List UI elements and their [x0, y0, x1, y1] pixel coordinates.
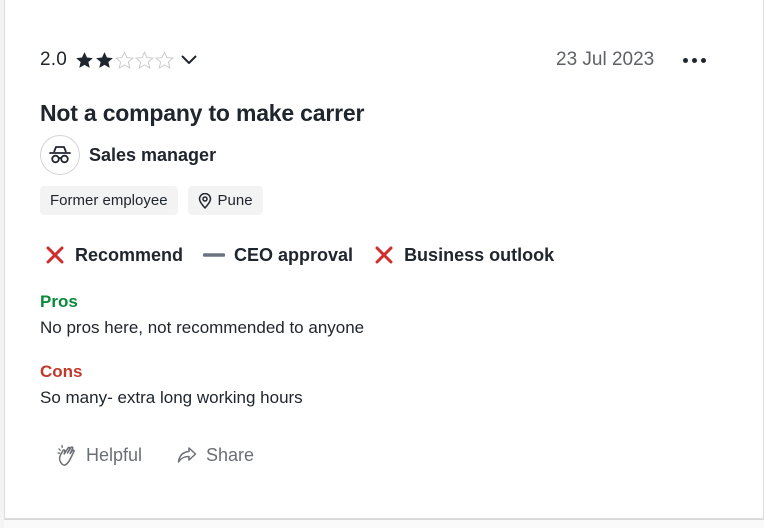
- location-tag: Pune: [187, 186, 263, 215]
- review-title: Not a company to make carrer: [40, 100, 365, 126]
- rating-row: 2.0: [40, 48, 199, 72]
- pros-text: No pros here, not recommended to anyone: [40, 318, 365, 337]
- cons-heading: Cons: [40, 362, 83, 381]
- more-options-button[interactable]: [676, 48, 712, 72]
- review-verdicts: Recommend CEO approval Business outlook: [44, 244, 574, 266]
- x-icon: [44, 244, 66, 266]
- employment-status-tag: Former employee: [40, 186, 178, 215]
- more-dot: [691, 57, 697, 63]
- review-actions: Helpful Share: [56, 444, 288, 466]
- star-filled-icon: [95, 51, 114, 70]
- helpful-button[interactable]: Helpful: [56, 444, 142, 466]
- star-empty-icon: [115, 50, 135, 70]
- verdict-label: Business outlook: [404, 244, 555, 265]
- job-title: Sales manager: [89, 144, 217, 165]
- verdict-business-outlook: Business outlook: [373, 244, 554, 266]
- employment-status-label: Former employee: [50, 192, 168, 209]
- dash-icon: [203, 244, 226, 266]
- verdict-label: CEO approval: [234, 244, 354, 265]
- star-empty-icon: [155, 50, 175, 70]
- more-dot: [682, 57, 688, 63]
- review-tags: Former employee Pune: [40, 186, 263, 215]
- clapping-hands-icon: [56, 444, 78, 466]
- verdict-recommend: Recommend: [44, 244, 183, 266]
- helpful-label: Helpful: [86, 444, 143, 465]
- pros-heading: Pros: [40, 292, 78, 311]
- chevron-down-icon[interactable]: [179, 50, 199, 70]
- review-date: 23 Jul 2023: [556, 49, 655, 70]
- location-label: Pune: [217, 192, 253, 209]
- rating-value: 2.0: [40, 49, 68, 70]
- share-button[interactable]: Share: [176, 444, 254, 466]
- star-empty-icon: [135, 50, 155, 70]
- cons-text: So many- extra long working hours: [40, 388, 303, 407]
- star-filled-icon: [75, 51, 94, 70]
- anonymous-user-icon: [40, 135, 80, 175]
- share-arrow-icon: [176, 444, 198, 466]
- verdict-label: Recommend: [75, 244, 184, 265]
- location-pin-icon: [198, 192, 212, 209]
- next-card-edge: [4, 519, 764, 528]
- reviewer-job: Sales manager: [40, 135, 216, 175]
- more-dot: [700, 57, 706, 63]
- star-rating: [75, 50, 175, 70]
- verdict-ceo-approval: CEO approval: [203, 244, 353, 266]
- x-icon: [373, 244, 395, 266]
- share-label: Share: [206, 444, 255, 465]
